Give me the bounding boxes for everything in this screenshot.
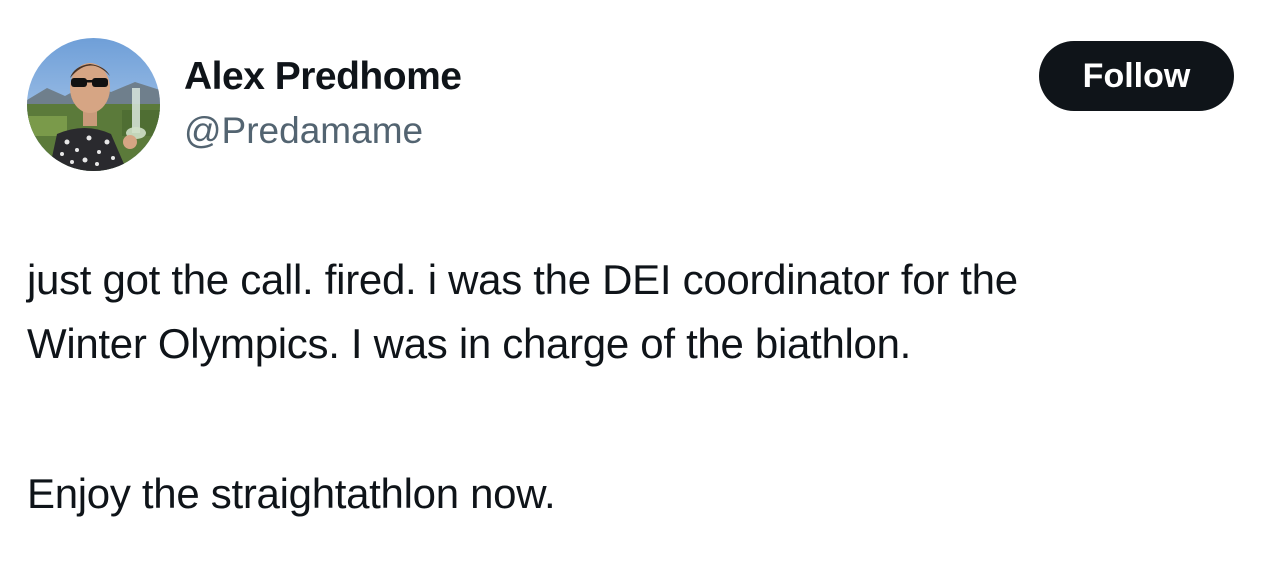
- tweet-text: just got the call. fired. i was the DEI …: [27, 248, 1272, 526]
- tweet-line: Enjoy the straightathlon now.: [27, 470, 556, 517]
- author-display-name[interactable]: Alex Predhome: [184, 54, 462, 100]
- author-handle[interactable]: @Predamame: [184, 108, 423, 154]
- avatar[interactable]: [27, 38, 160, 171]
- avatar-photo: [27, 38, 160, 171]
- tweet-line: Winter Olympics. I was in charge of the …: [27, 320, 912, 367]
- tweet-line: just got the call. fired. i was the DEI …: [27, 256, 1018, 303]
- follow-button[interactable]: Follow: [1039, 41, 1234, 111]
